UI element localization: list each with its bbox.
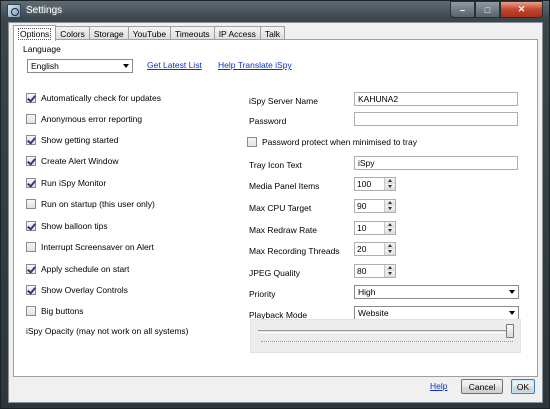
tab-strip: Options Colors Storage YouTube Timeouts … (13, 25, 285, 41)
priority-label: Priority (249, 289, 276, 299)
title-bar[interactable]: Settings – □ ✕ (1, 1, 549, 21)
settings-window: Settings – □ ✕ Options Colors Storage Yo… (0, 0, 550, 409)
max-redraw-rate-label: Max Redraw Rate (249, 225, 318, 235)
checkbox-auto-update[interactable] (26, 93, 36, 103)
tab-youtube[interactable]: YouTube (127, 26, 172, 40)
checkbox-overlay-controls[interactable] (26, 285, 36, 295)
server-name-label: iSpy Server Name (249, 96, 318, 106)
max-cpu-target-label: Max CPU Target (249, 203, 312, 213)
checkbox-label: Run iSpy Monitor (41, 178, 107, 188)
spin-down-icon[interactable] (385, 249, 395, 255)
checkbox-label: Show balloon tips (41, 221, 108, 231)
checkbox-password-protect[interactable] (247, 137, 257, 147)
checkbox-label: Show Overlay Controls (41, 285, 128, 295)
dialog-client: Options Colors Storage YouTube Timeouts … (8, 22, 543, 403)
chevron-down-icon (509, 290, 515, 294)
priority-select[interactable]: High (354, 285, 519, 299)
server-name-input[interactable]: KAHUNA2 (354, 92, 518, 106)
spin-down-icon[interactable] (385, 271, 395, 277)
checkbox-run-on-startup[interactable] (26, 199, 36, 209)
media-panel-items-stepper[interactable]: 100 (354, 177, 396, 191)
app-icon (7, 4, 21, 18)
max-recording-threads-stepper[interactable]: 20 (354, 242, 396, 256)
opacity-slider-thumb[interactable] (506, 324, 514, 338)
options-panel: Language English Get Latest List Help Tr… (13, 39, 538, 377)
checkbox-alert-window[interactable] (26, 156, 36, 166)
checkbox-ispy-monitor[interactable] (26, 178, 36, 188)
maximize-button[interactable]: □ (475, 1, 500, 18)
tab-options[interactable]: Options (13, 25, 57, 41)
cancel-button[interactable]: Cancel (461, 379, 503, 394)
window-controls: – □ ✕ (450, 1, 543, 18)
checkbox-label: Run on startup (this user only) (41, 199, 155, 209)
language-select[interactable]: English (27, 59, 133, 73)
checkbox-label: Apply schedule on start (41, 264, 130, 274)
password-label: Password (249, 116, 287, 126)
tray-icon-text-input[interactable]: iSpy (354, 156, 518, 170)
maximize-icon: □ (484, 4, 491, 15)
spin-down-icon[interactable] (385, 184, 395, 190)
opacity-label: iSpy Opacity (may not work on all system… (26, 326, 189, 336)
checkbox-apply-schedule[interactable] (26, 264, 36, 274)
checkbox-interrupt-screensaver[interactable] (26, 242, 36, 252)
close-button[interactable]: ✕ (500, 1, 543, 18)
chevron-down-icon (123, 64, 129, 68)
checkbox-label: Password protect when minimised to tray (262, 137, 417, 147)
jpeg-quality-label: JPEG Quality (249, 268, 301, 278)
tab-talk[interactable]: Talk (259, 26, 285, 40)
tray-icon-text-label: Tray Icon Text (249, 160, 302, 170)
get-latest-list-link[interactable]: Get Latest List (147, 60, 202, 70)
checkbox-balloon-tips[interactable] (26, 221, 36, 231)
tab-colors[interactable]: Colors (55, 26, 90, 40)
ok-button[interactable]: OK (511, 379, 535, 394)
tab-timeouts[interactable]: Timeouts (170, 26, 215, 40)
playback-mode-select[interactable]: Website (354, 306, 519, 320)
close-icon: ✕ (517, 4, 526, 14)
tab-storage[interactable]: Storage (88, 26, 129, 40)
window-title: Settings (26, 5, 63, 16)
spin-down-icon[interactable] (385, 206, 395, 212)
max-cpu-target-stepper[interactable]: 90 (354, 199, 396, 213)
jpeg-quality-stepper[interactable]: 80 (354, 264, 396, 278)
opacity-slider-area (250, 319, 521, 353)
max-recording-threads-label: Max Recording Threads (249, 246, 340, 256)
checkbox-label: Anonymous error reporting (41, 114, 143, 124)
opacity-slider-ticks (261, 341, 513, 343)
checkbox-label: Automatically check for updates (41, 93, 162, 103)
language-group-label: Language (23, 44, 61, 54)
checkbox-label: Interrupt Screensaver on Alert (41, 242, 154, 252)
minimize-button[interactable]: – (450, 1, 475, 18)
checkbox-label: Big buttons (41, 306, 84, 316)
chevron-down-icon (509, 311, 515, 315)
checkbox-label: Create Alert Window (41, 156, 119, 166)
media-panel-items-label: Media Panel Items (249, 181, 320, 191)
checkbox-anon-error[interactable] (26, 114, 36, 124)
spin-down-icon[interactable] (385, 228, 395, 234)
opacity-slider-track[interactable] (258, 330, 514, 333)
password-input[interactable] (354, 112, 518, 126)
checkbox-label: Show getting started (41, 135, 119, 145)
help-translate-link[interactable]: Help Translate iSpy (218, 60, 292, 70)
tab-ip-access[interactable]: IP Access (213, 26, 261, 40)
help-link[interactable]: Help (430, 381, 447, 391)
minimize-icon: – (459, 4, 465, 15)
checkbox-getting-started[interactable] (26, 135, 36, 145)
max-redraw-rate-stepper[interactable]: 10 (354, 221, 396, 235)
checkbox-big-buttons[interactable] (26, 306, 36, 316)
